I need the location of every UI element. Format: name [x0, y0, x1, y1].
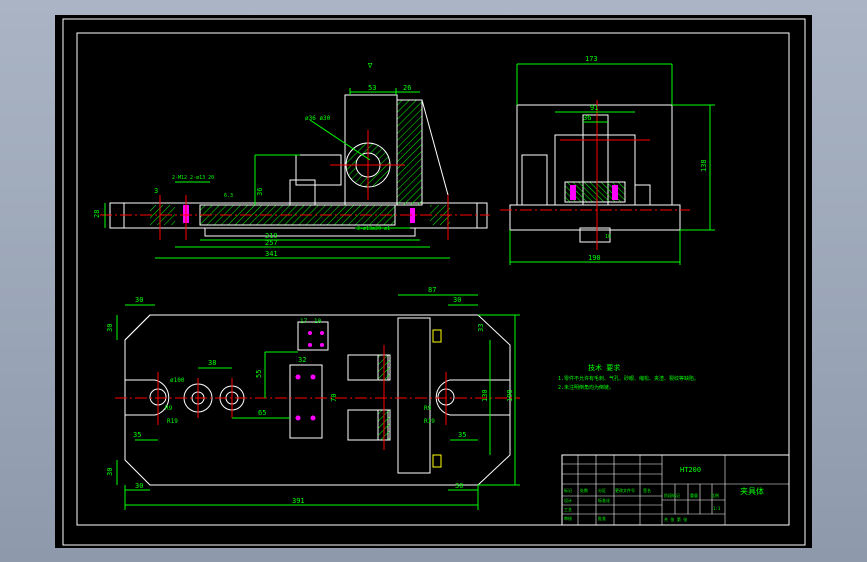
cad-viewport: 53 26 219 257 341 28 36 3 2-M12 2-ø13 20…: [55, 15, 812, 548]
dim-30-tl-v: 30: [106, 324, 114, 332]
hole-note-right: 2-ø13ø20 ø1: [357, 226, 390, 232]
dim-341: 341: [265, 250, 278, 258]
dim-35-right: 35: [458, 431, 466, 439]
tb-weight: 重量: [690, 492, 698, 498]
dim-36: 36: [256, 188, 264, 196]
dim-190-plan: 190: [506, 389, 514, 402]
dim-r19-left: R19: [167, 418, 178, 425]
dim-53: 53: [368, 84, 376, 92]
tb-standard: 标准化: [598, 497, 610, 503]
dim-65: 65: [258, 409, 266, 417]
dim-173: 173: [585, 55, 598, 63]
dim-190-side: 190: [588, 254, 601, 262]
tb-approve: 批准: [598, 515, 606, 521]
dim-35-left: 35: [133, 431, 141, 439]
dim-100: ø100: [170, 377, 185, 384]
tb-mark: 标记: [564, 487, 572, 493]
notes-title: 技术 要求: [588, 363, 620, 372]
dim-30-tr: 30: [453, 296, 461, 304]
mark-top: ∇: [367, 62, 373, 70]
tb-stage: 阶段标记: [664, 492, 680, 498]
tb-design: 设计: [564, 497, 572, 503]
tb-scale: 比例: [711, 492, 719, 498]
dim-130: 130: [481, 389, 489, 402]
dim-38: 38: [208, 359, 216, 367]
hole-note-left: 2-M12 2-ø13 20: [172, 175, 214, 181]
dim-30-bl: 30: [135, 482, 143, 490]
dim-391: 391: [292, 497, 305, 505]
dim-30-br: 30: [455, 482, 463, 490]
dim-17: 17: [300, 318, 308, 325]
notes-line-1: 1.零件不允许有毛刺、气孔、砂眼、缩松、夹渣、裂纹等缺陷。: [558, 375, 699, 382]
dim-10-plan: 10: [314, 318, 322, 325]
dim-26: 26: [403, 84, 411, 92]
dim-32: 32: [298, 356, 306, 364]
dim-138: 138: [700, 159, 708, 172]
dim-87: 87: [428, 286, 436, 294]
dim-r9-right: R9: [424, 405, 432, 412]
tb-count: 处数: [580, 487, 588, 493]
tb-check: 审核: [564, 515, 572, 521]
dim-r19-right: R19: [424, 418, 435, 425]
diameter-note: ø36 ø30: [305, 115, 331, 122]
drawing-number: HT200: [680, 466, 701, 474]
dim-257: 257: [265, 239, 278, 247]
dim-r9-left: R9: [165, 405, 173, 412]
dim-28: 28: [93, 210, 101, 218]
tb-craft: 工艺: [564, 507, 572, 512]
notes-line-2: 2.未注明倒角均为倒链。: [558, 384, 614, 391]
dim-3: 3: [154, 187, 158, 195]
dim-30-tl: 30: [135, 296, 143, 304]
dim-33: 33: [477, 324, 485, 332]
dim-70: 70: [330, 394, 338, 402]
dim-10-side: 10: [605, 234, 611, 240]
dim-91: 91: [590, 104, 598, 112]
tb-signature: 签名: [643, 487, 651, 493]
tb-change-doc: 更改文件号: [615, 487, 635, 493]
part-name: 夹具体: [740, 486, 764, 496]
tb-scale-value: 1:1: [713, 506, 721, 511]
surface-mark: 6.3: [224, 193, 233, 199]
dim-55: 55: [255, 370, 263, 378]
tb-sheet: 共 张 第 张: [664, 516, 687, 522]
tb-zone: 分区: [598, 487, 606, 493]
dim-30-bl-v: 30: [106, 468, 114, 476]
dim-36-side: 36: [583, 114, 591, 122]
